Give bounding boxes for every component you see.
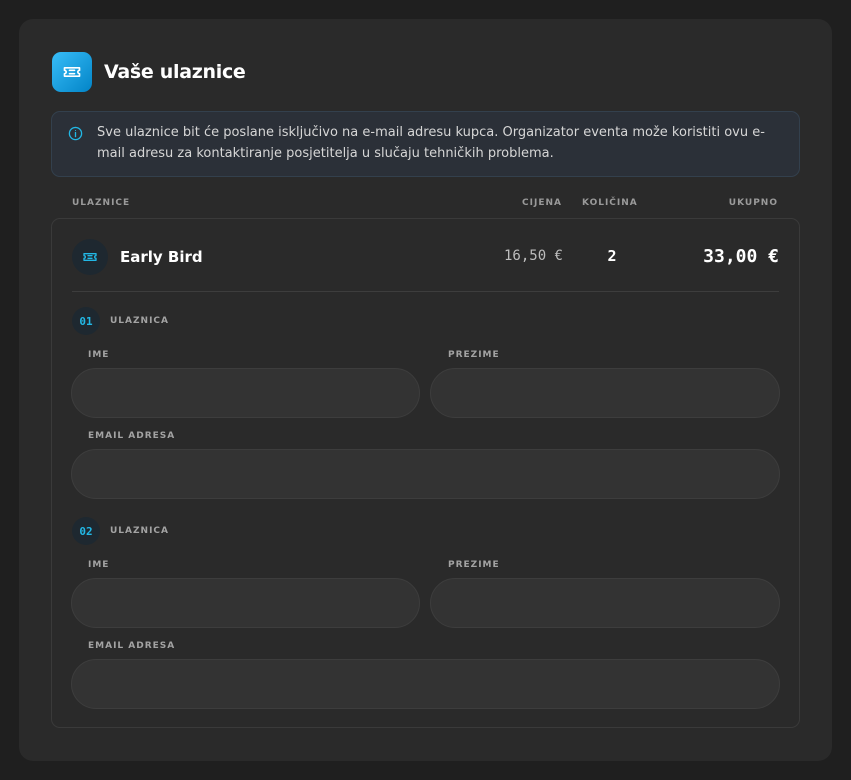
attendee-label: ULAZNICA	[110, 526, 169, 536]
email-input-2[interactable]	[71, 659, 780, 709]
ticket-total: 33,00 €	[703, 246, 779, 267]
row-divider	[72, 291, 779, 292]
first-name-input-2[interactable]	[71, 578, 420, 628]
card-header: Vaše ulaznice	[52, 52, 246, 92]
ticket-quantity: 2	[607, 247, 617, 265]
ticket-name: Early Bird	[120, 248, 203, 266]
last-name-input-1[interactable]	[430, 368, 780, 418]
column-header-price: CIJENA	[522, 198, 562, 208]
email-label: EMAIL ADRESA	[88, 431, 176, 441]
column-header-total: UKUPNO	[728, 198, 778, 208]
ticket-icon	[52, 52, 92, 92]
last-name-label: PREZIME	[448, 350, 500, 360]
column-header-tickets: ULAZNICE	[72, 198, 131, 208]
attendee-label: ULAZNICA	[110, 316, 169, 326]
email-notice: Sve ulaznice bit će poslane isključivo n…	[51, 111, 800, 177]
tickets-card: Vaše ulaznice Sve ulaznice bit će poslan…	[19, 19, 832, 761]
last-name-input-2[interactable]	[430, 578, 780, 628]
first-name-input-1[interactable]	[71, 368, 420, 418]
ticket-row-icon	[72, 239, 108, 275]
ticket-table: Early Bird 16,50 € 2 33,00 € 01 ULAZNICA…	[51, 218, 800, 728]
notice-text: Sve ulaznice bit će poslane isključivo n…	[97, 125, 765, 161]
page-title: Vaše ulaznice	[104, 61, 246, 83]
column-header-quantity: KOLIČINA	[582, 198, 638, 208]
first-name-label: IME	[88, 350, 110, 360]
attendee-number-badge: 01	[72, 307, 100, 335]
email-label: EMAIL ADRESA	[88, 641, 176, 651]
first-name-label: IME	[88, 560, 110, 570]
ticket-price: 16,50 €	[503, 248, 563, 264]
attendee-number-badge: 02	[72, 517, 100, 545]
last-name-label: PREZIME	[448, 560, 500, 570]
info-icon	[68, 126, 83, 141]
email-input-1[interactable]	[71, 449, 780, 499]
